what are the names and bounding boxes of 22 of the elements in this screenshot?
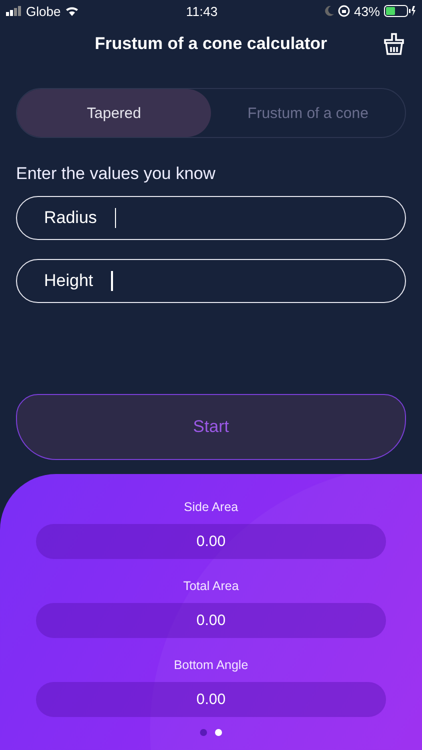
- result-label: Total Area: [183, 579, 239, 593]
- result-value: 0.00: [36, 524, 386, 559]
- prompt-text: Enter the values you know: [16, 164, 216, 184]
- result-label: Bottom Angle: [174, 658, 248, 672]
- wifi-icon: [64, 6, 79, 16]
- signal-icon: [6, 6, 22, 16]
- result-value: 0.00: [36, 603, 386, 638]
- input-field[interactable]: Radius: [16, 196, 406, 240]
- carrier-name: Globe: [26, 4, 61, 18]
- screen-title: Frustum of a cone calculator: [94, 34, 328, 54]
- result-value: 0.00: [36, 682, 386, 717]
- result-label: Side Area: [184, 500, 238, 514]
- battery-icon: [384, 5, 416, 17]
- moon-icon: [324, 6, 334, 16]
- basket-icon[interactable]: [382, 32, 406, 56]
- rotation-lock-icon: [338, 5, 350, 17]
- page-dot[interactable]: [215, 729, 222, 736]
- input-field[interactable]: Height: [16, 259, 406, 303]
- clock-time: 11:43: [186, 4, 218, 18]
- mode-tab[interactable]: Tapered: [17, 89, 211, 137]
- battery-percent: 43%: [354, 4, 380, 18]
- page-dot[interactable]: [200, 729, 207, 736]
